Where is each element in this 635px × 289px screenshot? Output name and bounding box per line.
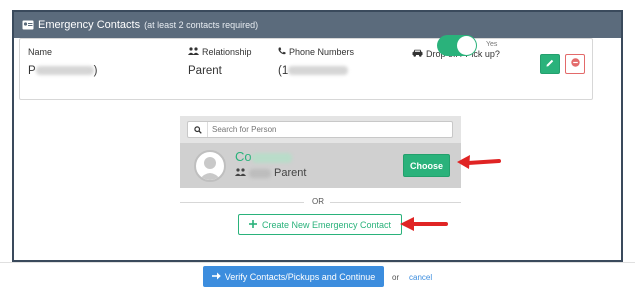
or-divider-left (180, 202, 304, 203)
remove-contact-button[interactable] (565, 54, 585, 74)
relationship-value: Parent (188, 65, 222, 77)
toggle-knob (457, 36, 476, 55)
pencil-icon (546, 58, 554, 70)
panel-header: Emergency Contacts (at least 2 contacts … (14, 12, 621, 38)
phone-value-start: (1 (278, 65, 289, 77)
person-search-panel: Co Parent Choose (180, 116, 461, 188)
search-result-row[interactable]: Co Parent Choose (180, 143, 461, 188)
cancel-link[interactable]: cancel (409, 273, 432, 282)
name-value-start: P (28, 65, 36, 77)
redacted-relationship-prefix (249, 168, 271, 178)
redacted-phone (288, 66, 349, 76)
footer-or-text: or (392, 273, 400, 282)
arrow-right-icon (211, 272, 221, 282)
dropoff-toggle[interactable] (437, 35, 477, 56)
red-arrow-icon (457, 155, 501, 169)
plus-icon (248, 219, 257, 230)
red-arrow-icon (400, 217, 448, 231)
verify-continue-button[interactable]: Verify Contacts/Pickups and Continue (203, 266, 384, 287)
phone-column: Phone Numbers (1 (278, 47, 354, 77)
name-column: Name P) (28, 47, 98, 77)
relationship-column: Relationship Parent (188, 47, 252, 77)
search-icon (188, 122, 208, 137)
name-label: Name (28, 47, 53, 57)
result-name-start: Co (235, 149, 252, 164)
person-avatar (194, 150, 226, 182)
choose-button[interactable]: Choose (403, 154, 450, 177)
panel-subtitle: (at least 2 contacts required) (144, 20, 259, 30)
create-emergency-contact-button[interactable]: Create New Emergency Contact (238, 214, 402, 235)
users-icon (235, 167, 246, 179)
or-divider-right (330, 202, 461, 203)
phone-icon (278, 47, 286, 57)
redacted-name (35, 66, 94, 76)
toggle-state-label: Yes (486, 41, 498, 48)
verify-label: Verify Contacts/Pickups and Continue (224, 271, 376, 282)
name-value: P) (28, 65, 98, 77)
contact-card: Name P) Relationship Parent Phone Number… (19, 38, 593, 100)
result-relationship-text: Parent (274, 167, 307, 179)
result-person-name: Co (235, 149, 292, 164)
name-value-end: ) (93, 65, 98, 77)
relationship-header: Relationship (188, 47, 252, 57)
search-box (187, 121, 453, 138)
contact-card-icon (22, 20, 34, 30)
car-icon (412, 49, 423, 59)
redacted-result-name (251, 152, 292, 163)
edit-contact-button[interactable] (540, 54, 560, 74)
or-divider-text: OR (312, 197, 324, 206)
create-button-label: Create New Emergency Contact (261, 219, 392, 230)
minus-circle-icon (570, 58, 580, 70)
result-person-relationship: Parent (235, 167, 306, 179)
phone-value: (1 (278, 65, 354, 77)
relationship-label: Relationship (202, 47, 252, 57)
search-input[interactable] (208, 125, 448, 134)
panel-title: Emergency Contacts (38, 19, 141, 31)
phone-label: Phone Numbers (289, 47, 355, 57)
users-icon (188, 47, 199, 57)
phone-header: Phone Numbers (278, 47, 354, 57)
